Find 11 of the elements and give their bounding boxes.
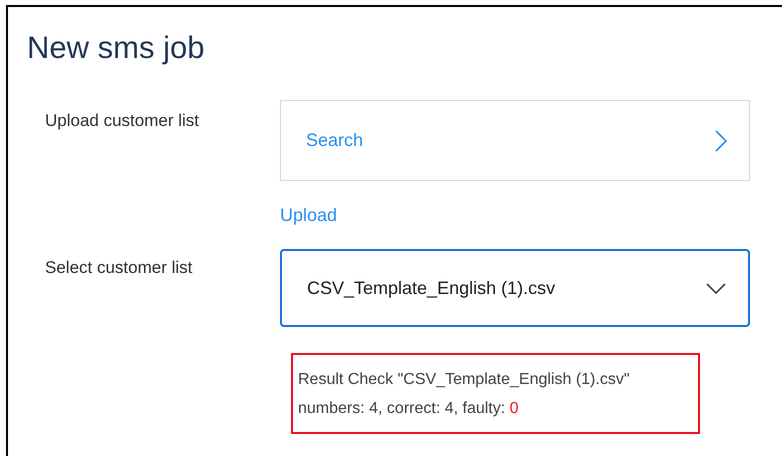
page-title: New sms job bbox=[27, 29, 204, 67]
customer-list-dropdown[interactable]: CSV_Template_English (1).csv bbox=[280, 249, 750, 327]
chevron-down-icon bbox=[706, 282, 726, 294]
field-label: Select customer list bbox=[44, 257, 194, 279]
field-label: Upload customer list bbox=[44, 110, 200, 132]
faulty-count: 0 bbox=[510, 400, 519, 417]
result-text: Result Check "CSV_Template_English (1).csv" bbox=[298, 370, 630, 390]
result-summary: numbers: 4, correct: 4, faulty: bbox=[298, 400, 506, 417]
upload-link[interactable]: Upload bbox=[280, 202, 338, 229]
search-field[interactable]: Search bbox=[280, 100, 750, 181]
chevron-right-icon bbox=[715, 130, 727, 152]
